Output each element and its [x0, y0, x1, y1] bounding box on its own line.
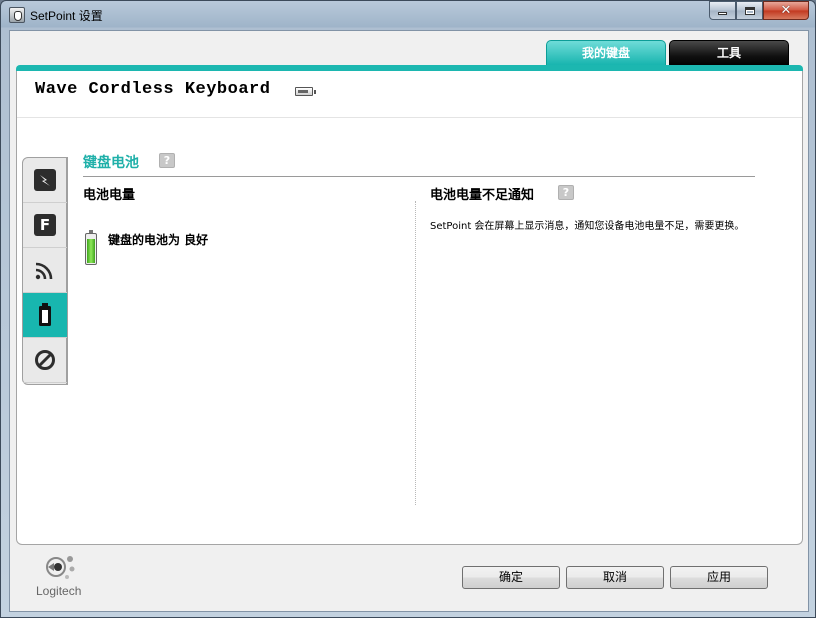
- help-icon[interactable]: ?: [159, 153, 175, 168]
- maximize-button[interactable]: [736, 1, 763, 20]
- tab-my-keyboard[interactable]: 我的键盘: [546, 40, 666, 66]
- ok-button[interactable]: 确定: [462, 566, 560, 589]
- setpoint-window: SetPoint 设置 ✕ 我的键盘 工具 Wave Cordless Keyb…: [0, 0, 816, 618]
- side-tab-wireless[interactable]: [23, 248, 67, 293]
- keyboard-panel: Wave Cordless Keyboard F 键盘电池 ? 电池电量 电池电…: [16, 71, 803, 545]
- battery-level-fill: [87, 239, 95, 263]
- notification-description: SetPoint 会在屏幕上显示消息，通知您设备电池电量不足，需要更换。: [430, 221, 745, 232]
- side-tab-disable[interactable]: [23, 338, 67, 383]
- close-button[interactable]: ✕: [763, 1, 809, 20]
- side-tab-keyboard-function[interactable]: [23, 158, 67, 203]
- column-divider: [415, 201, 416, 505]
- minimize-icon: [718, 12, 727, 15]
- wireless-icon: [34, 259, 56, 281]
- client-area: 我的键盘 工具 Wave Cordless Keyboard F 键盘电池 ? …: [9, 30, 809, 612]
- lightning-icon: [34, 169, 56, 191]
- logitech-logo-text: Logitech: [36, 584, 82, 598]
- battery-status-text: 键盘的电池为 良好: [108, 233, 209, 247]
- apply-button[interactable]: 应用: [670, 566, 768, 589]
- side-tab-battery[interactable]: [23, 293, 67, 338]
- cancel-button[interactable]: 取消: [566, 566, 664, 589]
- minimize-button[interactable]: [709, 1, 736, 20]
- header-divider: [17, 117, 802, 118]
- battery-icon: [38, 303, 52, 327]
- battery-level-heading: 电池电量: [83, 188, 136, 203]
- no-sign-icon: [34, 349, 56, 371]
- close-icon: ✕: [780, 3, 792, 18]
- side-tab-bar: F: [22, 157, 68, 385]
- section-divider: [83, 176, 755, 177]
- help-icon[interactable]: ?: [558, 185, 574, 200]
- title-bar[interactable]: SetPoint 设置 ✕: [1, 1, 815, 29]
- mouse-app-icon: [9, 7, 25, 23]
- low-battery-heading: 电池电量不足通知: [430, 188, 535, 203]
- maximize-icon: [744, 6, 755, 15]
- window-title: SetPoint 设置: [30, 9, 103, 23]
- device-name: Wave Cordless Keyboard: [35, 80, 271, 99]
- battery-icon: [295, 87, 316, 96]
- side-tab-f-keys[interactable]: F: [23, 203, 67, 248]
- f-key-icon: F: [34, 214, 56, 236]
- battery-level-icon: [85, 230, 97, 265]
- section-title: 键盘电池: [83, 155, 139, 171]
- tab-tools[interactable]: 工具: [669, 40, 789, 66]
- window-controls: ✕: [709, 1, 809, 21]
